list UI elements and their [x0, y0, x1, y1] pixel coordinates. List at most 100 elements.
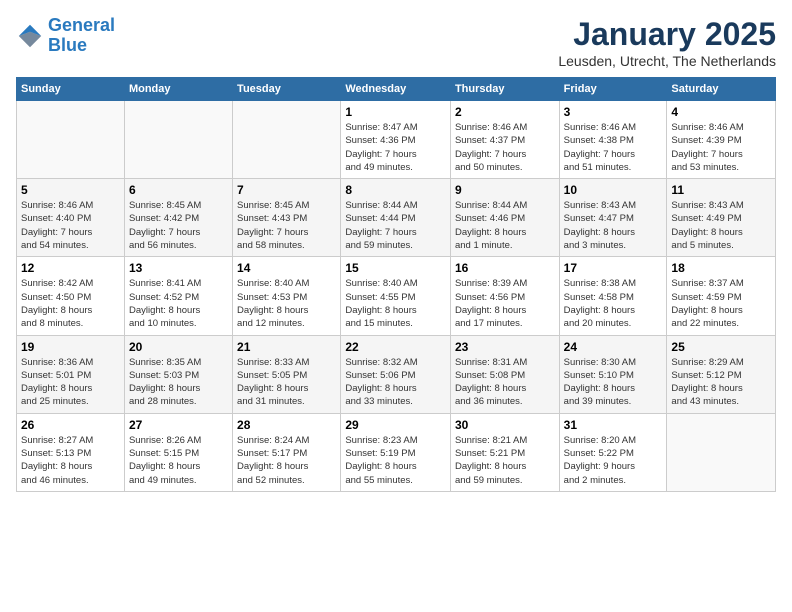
calendar-cell: 17 Sunrise: 8:38 AM Sunset: 4:58 PM Dayli…: [559, 257, 667, 335]
day-info: Sunrise: 8:30 AM Sunset: 5:10 PM Dayligh…: [564, 356, 663, 409]
day-info: Sunrise: 8:46 AM Sunset: 4:40 PM Dayligh…: [21, 199, 120, 252]
calendar-cell: 20 Sunrise: 8:35 AM Sunset: 5:03 PM Dayli…: [124, 335, 232, 413]
day-info: Sunrise: 8:45 AM Sunset: 4:43 PM Dayligh…: [237, 199, 336, 252]
calendar-cell: 6 Sunrise: 8:45 AM Sunset: 4:42 PM Daylig…: [124, 179, 232, 257]
calendar-cell: 4 Sunrise: 8:46 AM Sunset: 4:39 PM Daylig…: [667, 101, 776, 179]
logo-text: General Blue: [48, 16, 115, 56]
calendar-cell: 3 Sunrise: 8:46 AM Sunset: 4:38 PM Daylig…: [559, 101, 667, 179]
day-number: 9: [455, 183, 555, 197]
day-info: Sunrise: 8:43 AM Sunset: 4:47 PM Dayligh…: [564, 199, 663, 252]
day-number: 20: [129, 340, 228, 354]
calendar-cell: 11 Sunrise: 8:43 AM Sunset: 4:49 PM Dayli…: [667, 179, 776, 257]
day-number: 4: [671, 105, 771, 119]
day-number: 17: [564, 261, 663, 275]
day-number: 11: [671, 183, 771, 197]
header-col-tuesday: Tuesday: [233, 78, 341, 101]
calendar-cell: [667, 413, 776, 491]
calendar-title: January 2025: [558, 16, 776, 53]
day-number: 22: [345, 340, 446, 354]
header-row: SundayMondayTuesdayWednesdayThursdayFrid…: [17, 78, 776, 101]
day-number: 8: [345, 183, 446, 197]
day-info: Sunrise: 8:47 AM Sunset: 4:36 PM Dayligh…: [345, 121, 446, 174]
day-info: Sunrise: 8:23 AM Sunset: 5:19 PM Dayligh…: [345, 434, 446, 487]
calendar-cell: 19 Sunrise: 8:36 AM Sunset: 5:01 PM Dayli…: [17, 335, 125, 413]
day-info: Sunrise: 8:21 AM Sunset: 5:21 PM Dayligh…: [455, 434, 555, 487]
title-section: January 2025 Leusden, Utrecht, The Nethe…: [558, 16, 776, 69]
calendar-cell: 25 Sunrise: 8:29 AM Sunset: 5:12 PM Dayli…: [667, 335, 776, 413]
calendar-cell: [124, 101, 232, 179]
day-number: 30: [455, 418, 555, 432]
calendar-cell: 5 Sunrise: 8:46 AM Sunset: 4:40 PM Daylig…: [17, 179, 125, 257]
header-col-thursday: Thursday: [450, 78, 559, 101]
day-info: Sunrise: 8:27 AM Sunset: 5:13 PM Dayligh…: [21, 434, 120, 487]
day-info: Sunrise: 8:26 AM Sunset: 5:15 PM Dayligh…: [129, 434, 228, 487]
day-info: Sunrise: 8:33 AM Sunset: 5:05 PM Dayligh…: [237, 356, 336, 409]
calendar-cell: 1 Sunrise: 8:47 AM Sunset: 4:36 PM Daylig…: [341, 101, 451, 179]
day-number: 1: [345, 105, 446, 119]
day-info: Sunrise: 8:42 AM Sunset: 4:50 PM Dayligh…: [21, 277, 120, 330]
calendar-cell: 8 Sunrise: 8:44 AM Sunset: 4:44 PM Daylig…: [341, 179, 451, 257]
header-col-monday: Monday: [124, 78, 232, 101]
calendar-cell: [17, 101, 125, 179]
day-info: Sunrise: 8:31 AM Sunset: 5:08 PM Dayligh…: [455, 356, 555, 409]
day-number: 13: [129, 261, 228, 275]
calendar-header: SundayMondayTuesdayWednesdayThursdayFrid…: [17, 78, 776, 101]
day-info: Sunrise: 8:35 AM Sunset: 5:03 PM Dayligh…: [129, 356, 228, 409]
calendar-cell: 16Sunrise: 8:39 AM Sunset: 4:56 PM Dayli…: [450, 257, 559, 335]
day-number: 5: [21, 183, 120, 197]
day-info: Sunrise: 8:43 AM Sunset: 4:49 PM Dayligh…: [671, 199, 771, 252]
day-number: 16: [455, 261, 555, 275]
day-number: 31: [564, 418, 663, 432]
day-number: 18: [671, 261, 771, 275]
day-info: Sunrise: 8:40 AM Sunset: 4:55 PM Dayligh…: [345, 277, 446, 330]
day-number: 15: [345, 261, 446, 275]
day-number: 25: [671, 340, 771, 354]
day-number: 19: [21, 340, 120, 354]
day-number: 6: [129, 183, 228, 197]
day-number: 14: [237, 261, 336, 275]
calendar-cell: 9 Sunrise: 8:44 AM Sunset: 4:46 PM Daylig…: [450, 179, 559, 257]
header-col-saturday: Saturday: [667, 78, 776, 101]
day-info: Sunrise: 8:36 AM Sunset: 5:01 PM Dayligh…: [21, 356, 120, 409]
day-number: 3: [564, 105, 663, 119]
day-info: Sunrise: 8:29 AM Sunset: 5:12 PM Dayligh…: [671, 356, 771, 409]
week-row-1: 5 Sunrise: 8:46 AM Sunset: 4:40 PM Daylig…: [17, 179, 776, 257]
calendar-cell: 28Sunrise: 8:24 AM Sunset: 5:17 PM Dayli…: [233, 413, 341, 491]
day-number: 24: [564, 340, 663, 354]
calendar-cell: 31 Sunrise: 8:20 AM Sunset: 5:22 PM Dayli…: [559, 413, 667, 491]
header-col-friday: Friday: [559, 78, 667, 101]
calendar-cell: 23Sunrise: 8:31 AM Sunset: 5:08 PM Dayli…: [450, 335, 559, 413]
day-info: Sunrise: 8:45 AM Sunset: 4:42 PM Dayligh…: [129, 199, 228, 252]
calendar-cell: [233, 101, 341, 179]
day-info: Sunrise: 8:46 AM Sunset: 4:39 PM Dayligh…: [671, 121, 771, 174]
day-info: Sunrise: 8:46 AM Sunset: 4:38 PM Dayligh…: [564, 121, 663, 174]
day-info: Sunrise: 8:44 AM Sunset: 4:46 PM Dayligh…: [455, 199, 555, 252]
day-info: Sunrise: 8:37 AM Sunset: 4:59 PM Dayligh…: [671, 277, 771, 330]
calendar-cell: 12 Sunrise: 8:42 AM Sunset: 4:50 PM Dayli…: [17, 257, 125, 335]
week-row-4: 26 Sunrise: 8:27 AM Sunset: 5:13 PM Dayli…: [17, 413, 776, 491]
header-col-sunday: Sunday: [17, 78, 125, 101]
week-row-0: 1 Sunrise: 8:47 AM Sunset: 4:36 PM Daylig…: [17, 101, 776, 179]
calendar-cell: 30 Sunrise: 8:21 AM Sunset: 5:21 PM Dayli…: [450, 413, 559, 491]
day-info: Sunrise: 8:32 AM Sunset: 5:06 PM Dayligh…: [345, 356, 446, 409]
day-number: 29: [345, 418, 446, 432]
calendar-cell: 10 Sunrise: 8:43 AM Sunset: 4:47 PM Dayli…: [559, 179, 667, 257]
calendar-body: 1 Sunrise: 8:47 AM Sunset: 4:36 PM Daylig…: [17, 101, 776, 492]
header-col-wednesday: Wednesday: [341, 78, 451, 101]
page-header: General Blue January 2025 Leusden, Utrec…: [16, 16, 776, 69]
day-info: Sunrise: 8:38 AM Sunset: 4:58 PM Dayligh…: [564, 277, 663, 330]
day-info: Sunrise: 8:46 AM Sunset: 4:37 PM Dayligh…: [455, 121, 555, 174]
day-number: 10: [564, 183, 663, 197]
day-info: Sunrise: 8:44 AM Sunset: 4:44 PM Dayligh…: [345, 199, 446, 252]
calendar-cell: 2Sunrise: 8:46 AM Sunset: 4:37 PM Daylig…: [450, 101, 559, 179]
day-number: 27: [129, 418, 228, 432]
calendar-cell: 15 Sunrise: 8:40 AM Sunset: 4:55 PM Dayli…: [341, 257, 451, 335]
calendar-cell: 18 Sunrise: 8:37 AM Sunset: 4:59 PM Dayli…: [667, 257, 776, 335]
day-number: 12: [21, 261, 120, 275]
logo-icon: [16, 22, 44, 50]
week-row-2: 12 Sunrise: 8:42 AM Sunset: 4:50 PM Dayli…: [17, 257, 776, 335]
day-info: Sunrise: 8:20 AM Sunset: 5:22 PM Dayligh…: [564, 434, 663, 487]
day-number: 26: [21, 418, 120, 432]
calendar-cell: 29 Sunrise: 8:23 AM Sunset: 5:19 PM Dayli…: [341, 413, 451, 491]
day-info: Sunrise: 8:40 AM Sunset: 4:53 PM Dayligh…: [237, 277, 336, 330]
